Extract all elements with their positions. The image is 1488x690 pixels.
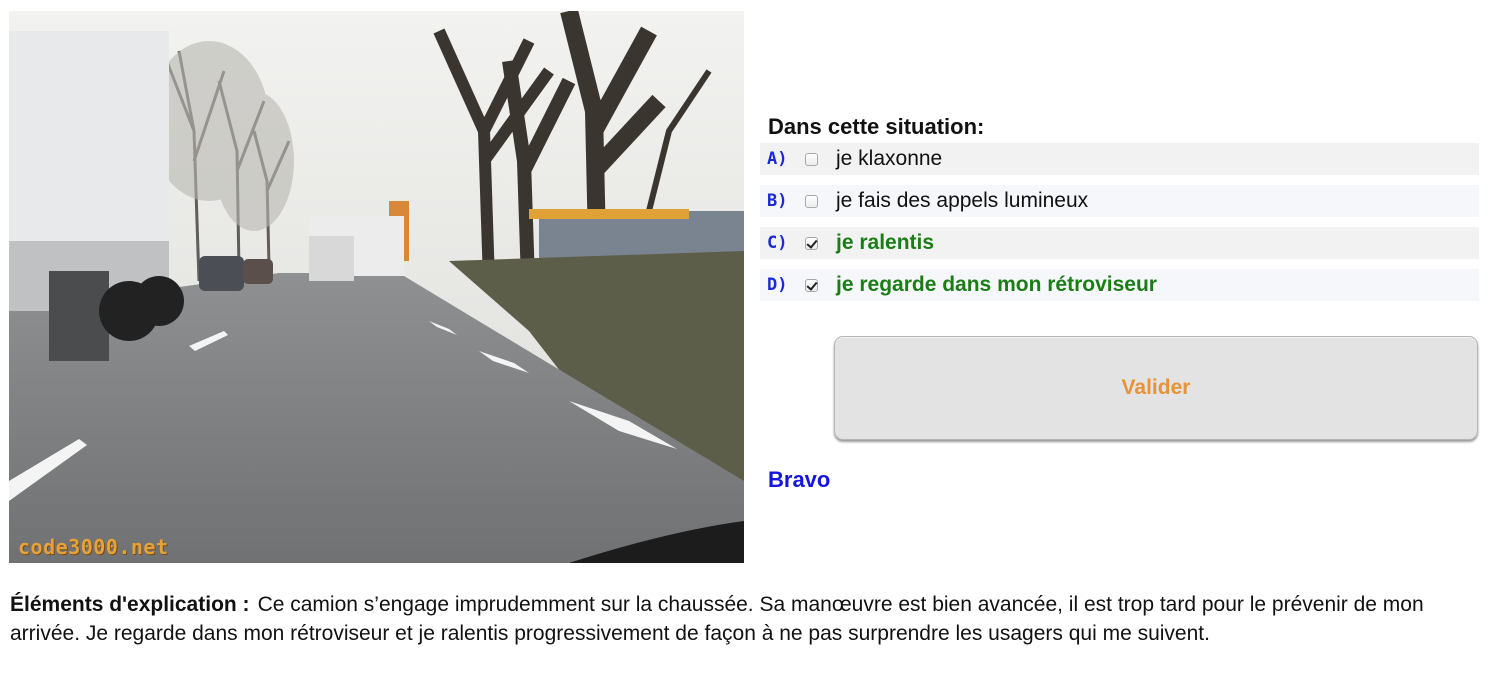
- result-message: Bravo: [768, 467, 831, 492]
- answer-checkbox-checked[interactable]: [805, 278, 818, 292]
- explanation-block: Éléments d'explication : Ce camion s’enga…: [10, 590, 1475, 648]
- answer-letter: B): [767, 191, 788, 211]
- road-scene-illustration: [9, 11, 744, 563]
- road-scene-photo: code3000.net: [9, 11, 744, 563]
- answer-option-b[interactable]: B) je fais des appels lumineux: [760, 185, 1479, 217]
- answer-option-d[interactable]: D) je regarde dans mon rétroviseur: [760, 269, 1479, 301]
- answer-list: A) je klaxonne B) je fais des appels lum…: [760, 143, 1479, 311]
- validate-button[interactable]: Valider: [834, 336, 1478, 440]
- answer-text: je fais des appels lumineux: [836, 189, 1089, 212]
- answer-option-c[interactable]: C) je ralentis: [760, 227, 1479, 259]
- answer-letter: C): [767, 233, 788, 253]
- answer-checkbox-checked[interactable]: [805, 236, 818, 250]
- explanation-label: Éléments d'explication :: [10, 593, 250, 616]
- question-prompt: Dans cette situation:: [768, 114, 985, 139]
- watermark: code3000.net: [18, 535, 169, 559]
- answer-checkbox[interactable]: [805, 152, 818, 166]
- answer-checkbox[interactable]: [805, 194, 818, 208]
- answer-text-correct: je regarde dans mon rétroviseur: [836, 273, 1157, 296]
- answer-text: je klaxonne: [836, 147, 943, 170]
- answer-letter: A): [767, 149, 788, 169]
- answer-letter: D): [767, 275, 788, 295]
- answer-option-a[interactable]: A) je klaxonne: [760, 143, 1479, 175]
- answer-text-correct: je ralentis: [836, 231, 935, 254]
